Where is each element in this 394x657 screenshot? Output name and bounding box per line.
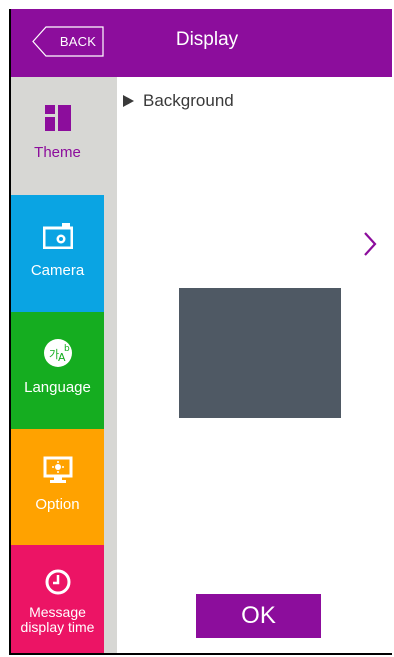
- page-title: Display: [175, 29, 239, 50]
- sidebar-item-label: Theme: [34, 144, 81, 161]
- language-icon: 가 A b: [43, 338, 73, 368]
- chevron-right-icon[interactable]: [363, 231, 377, 261]
- sidebar-item-camera[interactable]: Camera: [11, 195, 104, 312]
- app-frame: BACK Display Theme Camera 가 A b Language…: [9, 9, 392, 655]
- sidebar-item-label: Option: [35, 496, 80, 513]
- header-bar: BACK Display: [11, 9, 392, 83]
- section-label: Background: [143, 91, 234, 110]
- sidebar-item-message-display-time[interactable]: Message display time: [11, 545, 104, 653]
- theme-icon: [44, 103, 71, 133]
- sidebar-item-label: Message display time: [21, 605, 95, 635]
- sidebar-item-label: Camera: [30, 262, 85, 279]
- sidebar: Theme Camera 가 A b Language Option Messa…: [11, 77, 117, 653]
- option-icon: [43, 455, 73, 485]
- main-panel: Background OK: [117, 77, 392, 653]
- sidebar-item-label: Language: [24, 379, 91, 396]
- back-button-label: BACK: [59, 34, 97, 49]
- sidebar-item-language[interactable]: 가 A b Language: [11, 312, 104, 429]
- clock-icon: [45, 567, 71, 597]
- back-button[interactable]: BACK: [32, 26, 104, 57]
- sidebar-item-theme[interactable]: Theme: [11, 77, 104, 195]
- sidebar-item-label-line2: display time: [20, 619, 95, 635]
- triangle-right-icon: [123, 95, 134, 107]
- background-preview: [179, 288, 341, 418]
- ok-button[interactable]: OK: [196, 594, 321, 638]
- sidebar-item-option[interactable]: Option: [11, 429, 104, 545]
- section-header-background: Background: [123, 91, 234, 111]
- camera-icon: [42, 221, 73, 251]
- sidebar-item-label-line1: Message: [29, 604, 86, 620]
- svg-text:b: b: [64, 344, 70, 354]
